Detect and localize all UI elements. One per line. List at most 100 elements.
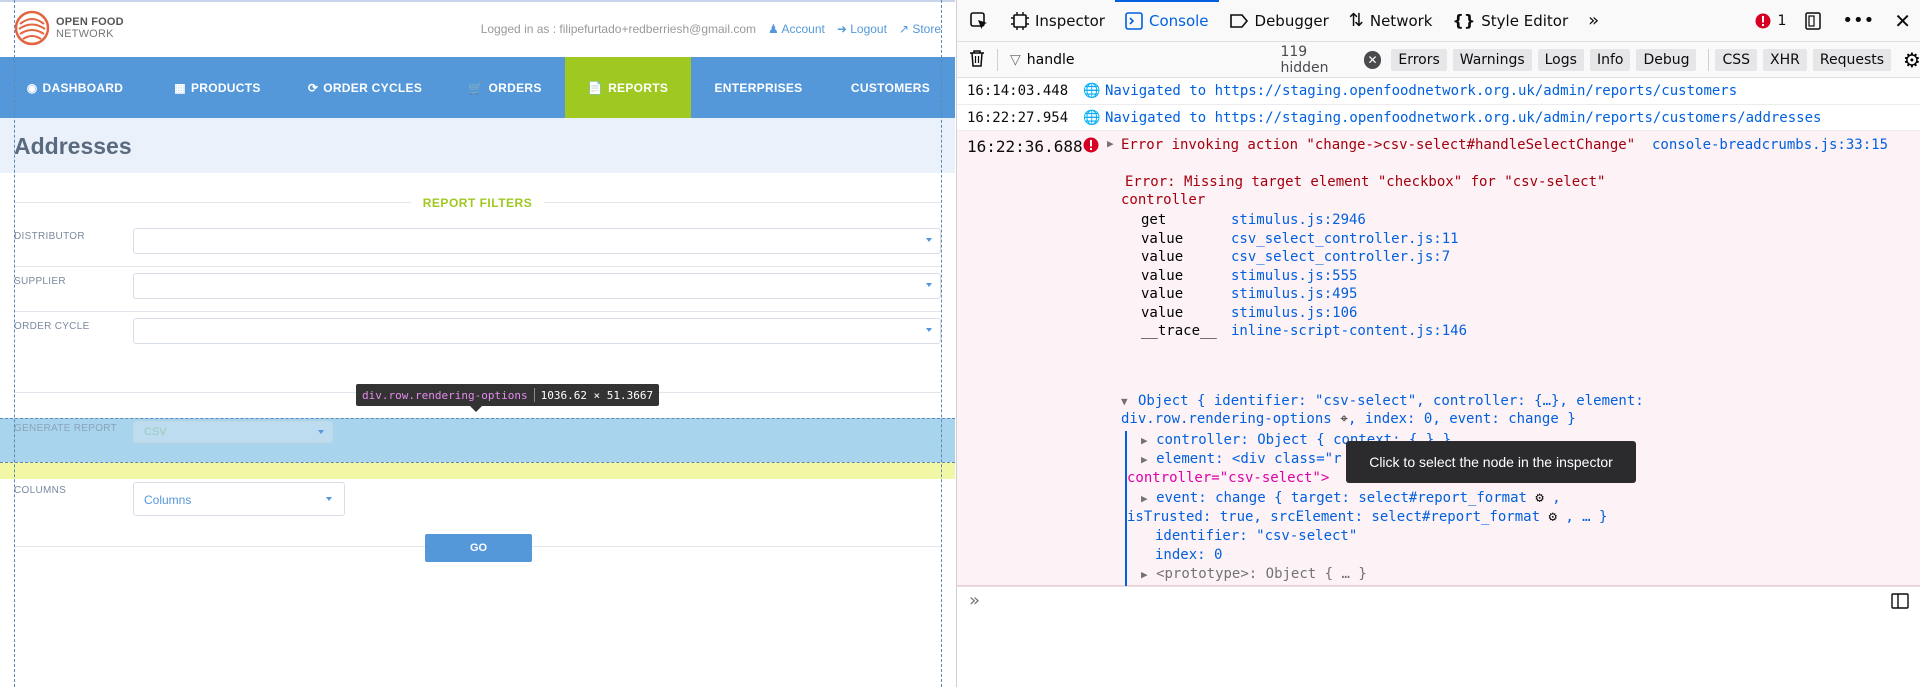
error-count: 1	[1777, 12, 1787, 29]
split-editor-icon	[1891, 593, 1909, 609]
stack-loc[interactable]: csv_select_controller.js:7	[1231, 249, 1450, 265]
double-chevron-icon: »	[969, 590, 981, 611]
tab-style-editor[interactable]: {} Style Editor	[1443, 0, 1579, 42]
logged-in-text: Logged in as : filipefurtado+redberriesh…	[480, 22, 757, 36]
log-row[interactable]: 16:14:03.448 🌐 Navigated to https://stag…	[957, 78, 1920, 105]
options-menu-button[interactable]: •••	[1832, 0, 1884, 42]
responsive-mode-button[interactable]	[1794, 0, 1832, 42]
chevron-down-icon	[926, 328, 932, 332]
stack-frame[interactable]: __trace__ inline-script-content.js:146	[1141, 322, 1467, 341]
order-cycle-select[interactable]	[133, 318, 941, 344]
page-title: Addresses	[14, 133, 132, 159]
stack-loc[interactable]: stimulus.js:555	[1231, 268, 1357, 284]
tab-debugger[interactable]: Debugger	[1219, 0, 1339, 42]
stack-loc[interactable]: stimulus.js:495	[1231, 286, 1357, 302]
report-format-select[interactable]: CSV	[133, 421, 333, 443]
stack-loc[interactable]: inline-script-content.js:146	[1231, 323, 1467, 339]
expand-triangle-icon[interactable]: ▶	[1107, 137, 1114, 150]
filter-separator	[997, 48, 998, 71]
console-settings-button[interactable]: ⚙	[1903, 48, 1920, 72]
filter-warnings[interactable]: Warnings	[1452, 48, 1532, 71]
products-icon: ▦	[174, 80, 186, 95]
console-filter-bar: ▽ handle 119 hidden ✕ Errors Warnings Lo…	[957, 42, 1920, 78]
clear-console-button[interactable]	[969, 49, 985, 71]
store-label: Store	[912, 22, 941, 36]
object-summary[interactable]: Object { identifier: "csv-select", contr…	[1138, 393, 1644, 409]
network-icon: ⇅	[1348, 10, 1364, 31]
nav-reports[interactable]: 📄 REPORTS	[565, 57, 691, 125]
stack-frame[interactable]: value csv_select_controller.js:7	[1141, 248, 1467, 267]
object-element-ref[interactable]: div.row.rendering-options ⌖, index: 0, e…	[1121, 411, 1576, 427]
stack-frame[interactable]: value csv_select_controller.js:11	[1141, 230, 1467, 249]
nav-enterprises[interactable]: ENTERPRISES	[691, 57, 826, 118]
nav-order-cycles[interactable]: ⟳ ORDER CYCLES	[285, 57, 445, 118]
store-link[interactable]: ↗ Store	[899, 22, 941, 36]
tree-row-prototype[interactable]: ▶ <prototype>: Object { … }	[1141, 565, 1607, 584]
distributor-select[interactable]	[133, 228, 941, 254]
dashboard-icon: ◉	[26, 80, 38, 95]
filter-errors[interactable]: Errors	[1391, 48, 1447, 71]
refresh-icon: ⟳	[307, 80, 319, 95]
filter-requests[interactable]: Requests	[1812, 48, 1892, 71]
hidden-count: 119 hidden	[1280, 43, 1329, 76]
collapse-triangle-icon[interactable]: ▼	[1121, 395, 1128, 408]
logout-link[interactable]: ➜ Logout	[837, 22, 887, 36]
stack-fn: value	[1141, 286, 1184, 302]
error-title[interactable]: Error invoking action "change->csv-selec…	[1121, 137, 1635, 153]
stack-fn: value	[1141, 304, 1184, 321]
tab-console[interactable]: Console	[1114, 0, 1219, 42]
error-icon	[1083, 137, 1099, 153]
stack-loc[interactable]: stimulus.js:106	[1231, 305, 1357, 321]
nav-products[interactable]: ▦ PRODUCTS	[150, 57, 285, 118]
stack-fn: get	[1141, 212, 1167, 228]
logo-line2: NETWORK	[56, 28, 114, 40]
report-format-value: CSV	[144, 426, 167, 438]
nav-reports-label: REPORTS	[608, 80, 669, 95]
node-target-icon[interactable]: ⚙	[1535, 490, 1543, 506]
clear-filter-button[interactable]: ✕	[1363, 50, 1382, 69]
editor-mode-button[interactable]	[1891, 593, 1909, 613]
nav-orders[interactable]: 🛒 ORDERS	[445, 57, 565, 118]
stack-loc[interactable]: stimulus.js:2946	[1231, 212, 1366, 228]
columns-select[interactable]: Columns	[133, 482, 345, 516]
stack-frame[interactable]: get stimulus.js:2946	[1141, 211, 1467, 230]
tab-inspector-label: Inspector	[1035, 11, 1105, 30]
tree-row-event[interactable]: ▶ event: change { target: select#report_…	[1141, 489, 1607, 508]
ofn-logo[interactable]: OPEN FOOD NETWORK	[14, 10, 124, 46]
tree-event-tail: , … }	[1565, 509, 1608, 525]
filter-xhr[interactable]: XHR	[1763, 48, 1807, 71]
error-count-badge[interactable]: 1	[1747, 0, 1794, 42]
stack-frame[interactable]: value stimulus.js:106	[1141, 304, 1467, 323]
nav-customers[interactable]: CUSTOMERS	[826, 57, 955, 118]
supplier-label: SUPPLIER	[14, 276, 66, 287]
stack-frame[interactable]: value stimulus.js:555	[1141, 267, 1467, 286]
pick-element-button[interactable]	[957, 0, 1001, 42]
node-target-icon[interactable]: ⚙	[1548, 509, 1556, 525]
highlight-tooltip: div.row.rendering-options 1036.62 × 51.3…	[356, 384, 660, 412]
filter-info[interactable]: Info	[1589, 48, 1631, 71]
stack-frame[interactable]: value stimulus.js:495	[1141, 285, 1467, 304]
account-link[interactable]: ♟ Account	[768, 22, 825, 36]
log-timestamp: 16:14:03.448	[967, 83, 1069, 99]
stack-loc[interactable]: csv_select_controller.js:11	[1231, 231, 1459, 247]
more-tabs-button[interactable]: »	[1578, 0, 1609, 42]
node-target-icon[interactable]: ⌖	[1340, 411, 1348, 427]
supplier-select[interactable]	[133, 273, 941, 299]
tab-network[interactable]: ⇅ Network	[1339, 0, 1443, 42]
go-button[interactable]: GO	[425, 534, 532, 562]
trash-icon	[970, 49, 984, 67]
filter-debug[interactable]: Debug	[1636, 48, 1697, 71]
stack-fn: __trace__	[1141, 323, 1217, 339]
order-cycle-label: ORDER CYCLE	[14, 321, 90, 332]
close-devtools-button[interactable]: ✕	[1884, 0, 1920, 42]
tab-inspector[interactable]: Inspector	[1001, 0, 1115, 42]
tree-row-identifier: identifier: "csv-select"	[1155, 527, 1607, 546]
log-row[interactable]: 16:22:27.954 🌐 Navigated to https://stag…	[957, 105, 1920, 131]
filter-input[interactable]: handle	[1027, 52, 1281, 68]
nav-products-label: PRODUCTS	[190, 80, 261, 95]
filter-logs[interactable]: Logs	[1537, 48, 1584, 71]
nav-dashboard[interactable]: ◉ DASHBOARD	[0, 57, 150, 118]
filter-css[interactable]: CSS	[1715, 48, 1758, 71]
error-source-link[interactable]: console-breadcrumbs.js:33:15	[1652, 137, 1888, 153]
console-input[interactable]: »	[957, 586, 1920, 616]
